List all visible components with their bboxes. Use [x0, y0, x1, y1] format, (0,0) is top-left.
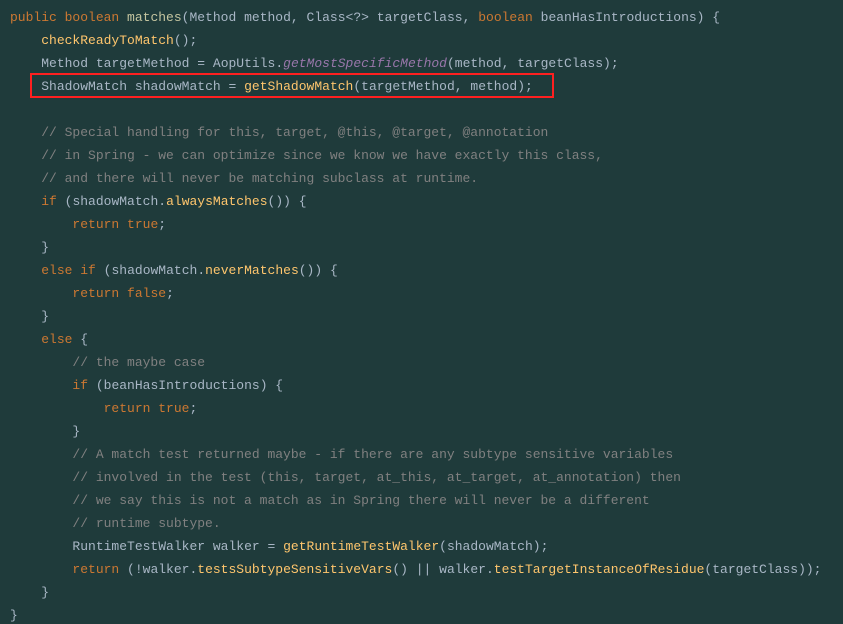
kw-if: if [41, 194, 57, 209]
comment: // runtime subtype. [72, 516, 220, 531]
type: Method [41, 56, 88, 71]
method-call: getRuntimeTestWalker [283, 539, 439, 554]
kw-true: true [127, 217, 158, 232]
code-block: public boolean matches(Method method, Cl… [0, 0, 843, 624]
method-call: testTargetInstanceOfResidue [494, 562, 705, 577]
arg: targetMethod [361, 79, 455, 94]
method-call: neverMatches [205, 263, 299, 278]
kw-return: return [72, 562, 119, 577]
method-call: checkReadyToMatch [41, 33, 174, 48]
arg: shadowMatch [447, 539, 533, 554]
kw-if: if [80, 263, 96, 278]
kw-return: return [72, 286, 119, 301]
comment: // A match test returned maybe - if ther… [72, 447, 673, 462]
param-name: beanHasIntroductions [541, 10, 697, 25]
method-call: testsSubtypeSensitiveVars [197, 562, 392, 577]
type: RuntimeTestWalker [72, 539, 205, 554]
generic: <?> [346, 10, 369, 25]
var: shadowMatch [135, 79, 221, 94]
comment: // the maybe case [72, 355, 205, 370]
arg: targetClass [517, 56, 603, 71]
kw-true: true [158, 401, 189, 416]
param-name: targetClass [377, 10, 463, 25]
kw-return: return [104, 401, 151, 416]
var: shadowMatch [72, 194, 158, 209]
comment: // we say this is not a match as in Spri… [72, 493, 649, 508]
param-type: boolean [478, 10, 533, 25]
static-method: getMostSpecificMethod [283, 56, 447, 71]
param-type: Method [189, 10, 236, 25]
var: walker [439, 562, 486, 577]
kw-else: else [41, 263, 72, 278]
comment: // Special handling for this, target, @t… [41, 125, 548, 140]
method-call: getShadowMatch [244, 79, 353, 94]
arg: targetClass [712, 562, 798, 577]
kw-false: false [127, 286, 166, 301]
method-call: alwaysMatches [166, 194, 267, 209]
var: shadowMatch [111, 263, 197, 278]
arg: method [470, 79, 517, 94]
kw-if: if [72, 378, 88, 393]
var: walker [213, 539, 260, 554]
kw-public: public [10, 10, 57, 25]
comment: // involved in the test (this, target, a… [72, 470, 681, 485]
kw-return: return [72, 217, 119, 232]
kw-else: else [41, 332, 72, 347]
var: targetMethod [96, 56, 190, 71]
arg: method [455, 56, 502, 71]
comment: // in Spring - we can optimize since we … [41, 148, 603, 163]
class-ref: AopUtils [213, 56, 275, 71]
var: beanHasIntroductions [104, 378, 260, 393]
var: walker [143, 562, 190, 577]
kw-boolean: boolean [65, 10, 120, 25]
param-type: Class [307, 10, 346, 25]
param-name: method [244, 10, 291, 25]
fn-name: matches [127, 10, 182, 25]
type: ShadowMatch [41, 79, 127, 94]
comment: // and there will never be matching subc… [41, 171, 478, 186]
